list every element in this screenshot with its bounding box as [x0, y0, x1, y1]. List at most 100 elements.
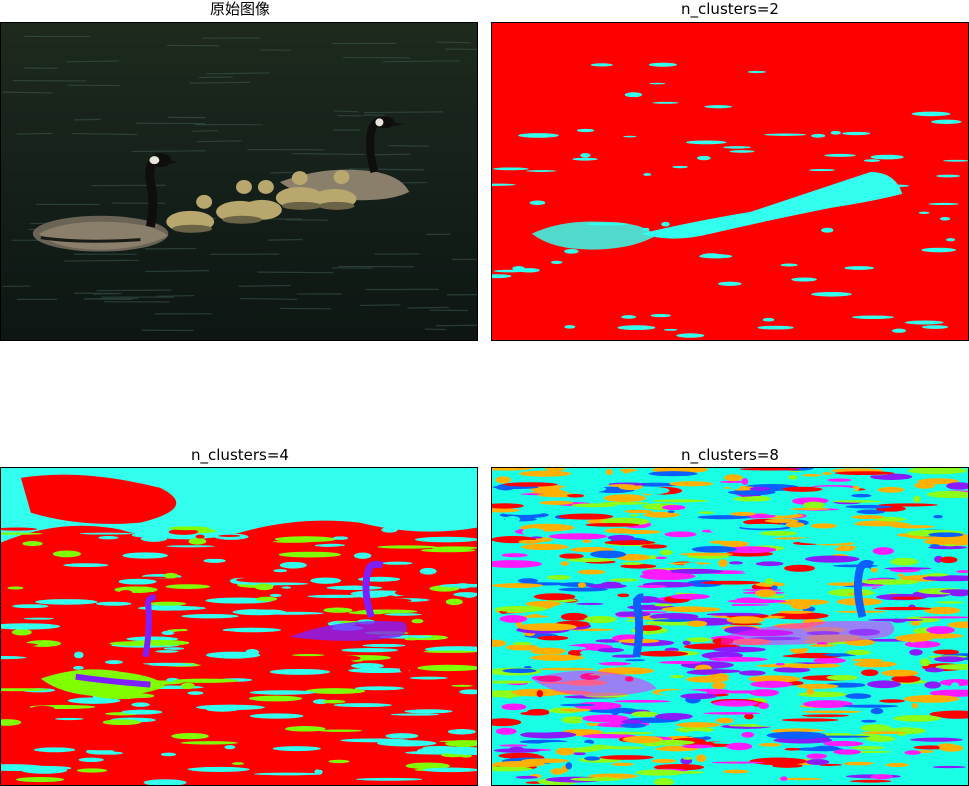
- segment-region: [131, 702, 150, 707]
- segment-region: [921, 247, 957, 253]
- segment-region: [597, 647, 625, 653]
- segment-region: [232, 608, 286, 616]
- segment-region: [676, 333, 705, 338]
- segment-region: [328, 759, 350, 764]
- segment-region: [726, 616, 765, 624]
- segment-region: [286, 734, 315, 740]
- segment-region: [603, 494, 647, 503]
- segment-region: [903, 694, 960, 703]
- segment-region: [663, 328, 678, 331]
- segment-region: [842, 704, 899, 708]
- segment-region: [321, 699, 346, 704]
- segment-region: [710, 526, 732, 534]
- water-ripple: [360, 304, 400, 307]
- segment-region: [411, 618, 424, 624]
- segment-region: [637, 584, 667, 589]
- segment-region: [726, 742, 753, 751]
- segment-region: [918, 211, 930, 214]
- water-ripple: [424, 328, 447, 331]
- segment-region: [808, 168, 835, 172]
- segment-region: [750, 680, 793, 688]
- segment-region: [608, 484, 636, 488]
- segment-region: [414, 536, 477, 543]
- segment-region: [559, 553, 584, 559]
- segment-region: [536, 663, 553, 669]
- segment-region: [570, 777, 623, 782]
- segment-region: [374, 708, 406, 715]
- segment-region: [421, 716, 432, 722]
- water-ripple: [189, 81, 251, 84]
- segment-region: [619, 468, 638, 472]
- segment-region: [565, 762, 573, 770]
- segment-region: [538, 667, 595, 671]
- segment-region: [307, 594, 364, 599]
- segment-region: [533, 593, 576, 601]
- segment-region: [932, 765, 967, 769]
- segment-region: [832, 500, 882, 503]
- segment-region: [501, 553, 528, 558]
- segment-region: [631, 711, 658, 718]
- segment-region: [878, 503, 938, 507]
- segment-region: [256, 596, 278, 602]
- segment-region: [693, 602, 733, 608]
- segment-region: [34, 599, 98, 605]
- segment-region: [682, 757, 693, 760]
- segment-region: [165, 584, 211, 589]
- segment-region: [854, 522, 911, 527]
- segment-region: [650, 313, 672, 318]
- segment-region: [775, 662, 785, 666]
- segment-region: [708, 656, 768, 662]
- segment-region: [679, 552, 734, 556]
- segment-region: [851, 315, 894, 319]
- segment-region: [889, 184, 909, 187]
- segment-region: [248, 695, 303, 702]
- segment-region: [495, 727, 517, 735]
- segment-region: [637, 650, 689, 657]
- segment-region: [291, 654, 325, 657]
- segmentation-k2: [491, 22, 969, 341]
- segment-region: [13, 619, 32, 623]
- segment-region: [760, 645, 811, 649]
- segment-region: [853, 661, 897, 668]
- segment-region: [669, 675, 685, 679]
- water-ripple: [96, 289, 172, 292]
- segment-region: [577, 582, 587, 588]
- segment-region: [718, 281, 742, 286]
- water-ripple: [374, 153, 411, 156]
- segment-region: [203, 558, 226, 563]
- segment-region: [682, 640, 691, 646]
- segment-region: [830, 130, 841, 135]
- segment-region: [512, 641, 532, 646]
- segment-region: [190, 554, 254, 559]
- segment-region: [521, 543, 569, 551]
- segment-region: [870, 774, 893, 780]
- segment-region: [499, 744, 528, 747]
- segment-region: [925, 573, 949, 577]
- segment-region: [249, 690, 316, 695]
- segment-region: [890, 557, 919, 566]
- segment-region: [172, 678, 239, 683]
- water-ripple: [270, 171, 293, 174]
- segment-region: [788, 474, 798, 480]
- segment-region: [784, 564, 815, 572]
- segment-region: [785, 664, 823, 669]
- segment-region: [911, 702, 918, 709]
- segment-region: [334, 536, 349, 540]
- segment-region: [55, 717, 84, 721]
- segment-region: [122, 552, 169, 559]
- segment-region: [11, 629, 32, 636]
- segment-region: [919, 658, 931, 667]
- segment-region: [914, 482, 935, 489]
- segment-region: [502, 668, 537, 674]
- segment-region: [913, 495, 921, 503]
- segment-region: [195, 534, 205, 539]
- segment-region: [559, 485, 607, 493]
- segment-region: [590, 550, 627, 559]
- segment-region: [404, 637, 420, 641]
- segment-region: [698, 511, 714, 514]
- segment-region: [172, 630, 238, 635]
- segment-region: [492, 167, 529, 171]
- segment-region: [696, 155, 711, 161]
- segment-region: [943, 544, 957, 547]
- segment-region: [729, 150, 755, 153]
